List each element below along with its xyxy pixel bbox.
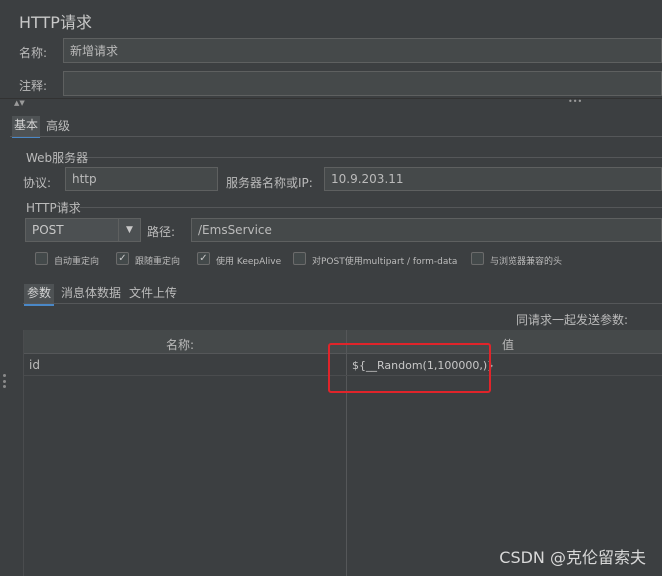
name-input[interactable]: 新增请求 — [63, 38, 662, 63]
collapse-arrows-icon[interactable]: ▲▼ — [14, 99, 25, 107]
name-input-value: 新增请求 — [70, 44, 119, 58]
web-server-group-line — [88, 157, 662, 158]
follow-redirect-checkbox[interactable]: ✓ — [116, 252, 129, 265]
http-request-group-label: HTTP请求 — [26, 201, 81, 215]
param-name-cell[interactable]: id — [29, 358, 40, 372]
param-tabs-divider — [23, 303, 662, 304]
path-input[interactable]: /EmsService — [191, 218, 662, 242]
name-label: 名称: — [19, 46, 48, 60]
protocol-input-value: http — [72, 172, 97, 186]
resize-handle-icon[interactable] — [3, 374, 6, 388]
browser-headers-label: 与浏览器兼容的头 — [490, 257, 563, 267]
tab-body-data[interactable]: 消息体数据 — [61, 284, 121, 301]
send-params-label: 同请求一起发送参数: — [516, 313, 629, 327]
splitter-bar[interactable] — [0, 98, 662, 109]
auto-redirect-label: 自动重定向 — [54, 257, 100, 267]
http-request-group-line — [80, 207, 662, 208]
server-input[interactable]: 10.9.203.11 — [324, 167, 662, 191]
comment-input[interactable] — [63, 71, 662, 96]
keepalive-checkbox[interactable]: ✓ — [197, 252, 210, 265]
method-select[interactable]: POST ▼ — [25, 218, 141, 242]
keepalive-label: 使用 KeepAlive — [216, 257, 282, 267]
path-label: 路径: — [147, 225, 176, 239]
tab-basic[interactable]: 基本 — [12, 116, 41, 138]
web-server-group-label: Web服务器 — [26, 151, 89, 165]
path-input-value: /EmsService — [198, 223, 272, 237]
comment-label: 注释: — [19, 79, 48, 93]
server-label: 服务器名称或IP: — [226, 176, 313, 190]
auto-redirect-checkbox[interactable] — [35, 252, 48, 265]
tabs-divider — [10, 136, 662, 137]
column-header-value[interactable]: 值 — [502, 336, 514, 353]
multipart-checkbox[interactable] — [293, 252, 306, 265]
browser-headers-checkbox[interactable] — [471, 252, 484, 265]
tab-advanced[interactable]: 高级 — [46, 117, 70, 134]
column-header-name[interactable]: 名称: — [166, 336, 194, 353]
multipart-label: 对POST使用multipart / form-data — [312, 257, 458, 267]
highlight-box — [328, 343, 491, 393]
protocol-input[interactable]: http — [65, 167, 218, 191]
watermark: CSDN @克伦留索夫 — [499, 548, 646, 567]
follow-redirect-label: 跟随重定向 — [135, 257, 181, 267]
server-input-value: 10.9.203.11 — [331, 172, 404, 186]
more-dots-icon[interactable]: ••• — [568, 97, 582, 106]
panel-title: HTTP请求 — [19, 13, 92, 32]
protocol-label: 协议: — [23, 176, 52, 190]
chevron-down-icon: ▼ — [118, 219, 140, 241]
tab-file-upload[interactable]: 文件上传 — [129, 284, 177, 301]
method-select-value: POST — [32, 223, 64, 237]
